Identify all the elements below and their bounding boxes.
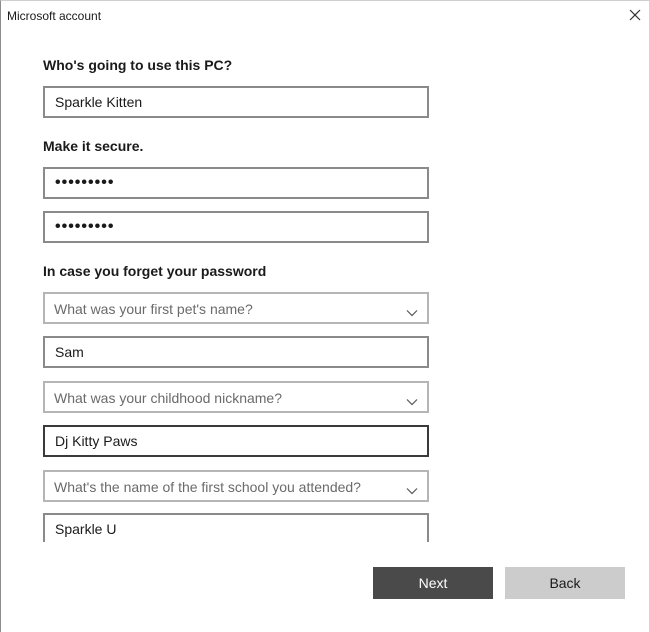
security-answer-2-field[interactable] (43, 425, 429, 457)
recovery-heading: In case you forget your password (43, 263, 267, 279)
password-input[interactable] (45, 169, 427, 197)
user-heading: Who's going to use this PC? (43, 57, 233, 73)
security-question-2-select[interactable]: What was your childhood nickname? (43, 381, 429, 413)
username-field[interactable] (43, 86, 429, 118)
back-button[interactable]: Back (505, 567, 625, 599)
security-question-3-select[interactable]: What's the name of the first school you … (43, 470, 429, 502)
chevron-down-icon (406, 304, 418, 317)
security-answer-1-field[interactable] (43, 336, 429, 368)
chevron-down-icon (406, 393, 418, 406)
password-field[interactable] (43, 167, 429, 199)
chevron-down-icon (406, 482, 418, 495)
security-answer-3-input[interactable] (45, 515, 427, 542)
secure-heading: Make it secure. (43, 138, 144, 154)
next-button[interactable]: Next (373, 567, 493, 599)
security-question-1-select[interactable]: What was your first pet's name? (43, 292, 429, 324)
confirm-password-field[interactable] (43, 211, 429, 243)
security-question-1-value: What was your first pet's name? (54, 301, 253, 317)
security-question-2-value: What was your childhood nickname? (54, 390, 283, 406)
form-scroll-area: Who's going to use this PC? Make it secu… (1, 1, 649, 542)
username-input[interactable] (45, 88, 427, 116)
security-answer-1-input[interactable] (45, 338, 427, 366)
security-answer-2-input[interactable] (45, 427, 427, 455)
security-question-3-value: What's the name of the first school you … (54, 479, 361, 495)
security-answer-3-field[interactable] (43, 513, 429, 542)
confirm-password-input[interactable] (45, 213, 427, 241)
microsoft-account-dialog: Microsoft account Who's going to use thi… (0, 0, 649, 632)
